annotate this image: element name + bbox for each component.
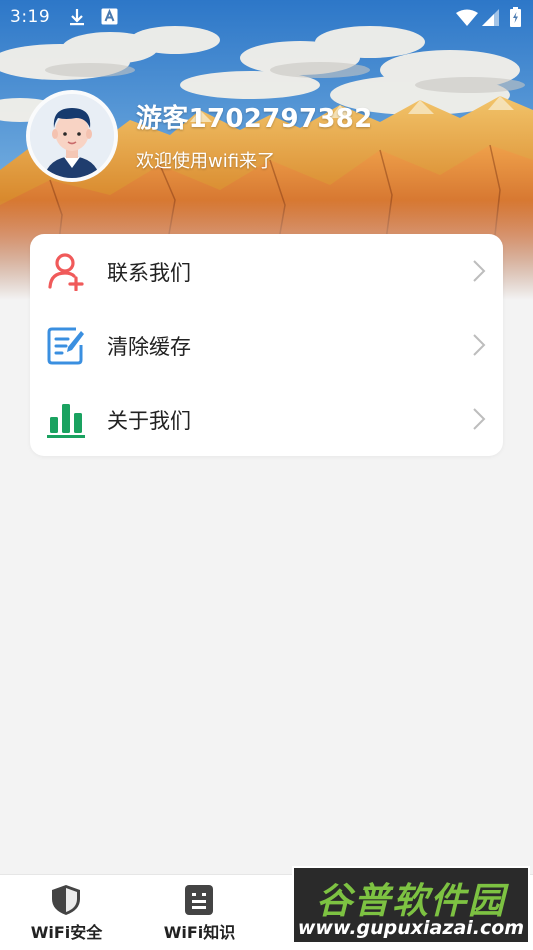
avatar[interactable]: [26, 90, 118, 182]
nav-tab-wifi-security[interactable]: WiFi安全: [0, 875, 133, 950]
note-icon: [183, 884, 215, 916]
user-avatar-icon: [30, 94, 114, 178]
nav-tab-wifi-knowledge[interactable]: WiFi知识: [133, 875, 266, 950]
status-time: 3:19: [10, 7, 51, 27]
watermark-url: www.gupuxiazai.com: [297, 917, 525, 939]
menu-item-about-us[interactable]: 关于我们: [30, 382, 503, 456]
chevron-right-icon: [472, 333, 486, 357]
menu-item-clear-cache[interactable]: 清除缓存: [30, 308, 503, 382]
welcome-text: 欢迎使用wifi来了: [136, 151, 276, 172]
chevron-right-icon: [472, 407, 486, 431]
add-contact-icon: [46, 251, 86, 292]
username: 游客1702797382: [136, 104, 373, 134]
edit-document-icon: [46, 325, 86, 365]
menu-label-clear-cache: 清除缓存: [107, 335, 191, 359]
nav-label-wifi-knowledge: WiFi知识: [163, 923, 236, 942]
shield-icon: [50, 884, 82, 916]
accessibility-a-icon: [101, 8, 118, 30]
menu-label-about-us: 关于我们: [107, 409, 191, 433]
chevron-right-icon: [472, 259, 486, 283]
status-bar: 3:19: [0, 0, 533, 34]
cellular-signal-icon: [482, 9, 499, 31]
menu-label-contact-us: 联系我们: [107, 261, 191, 285]
bar-chart-icon: [46, 399, 86, 439]
download-icon: [68, 8, 86, 31]
nav-label-wifi-security: WiFi安全: [30, 923, 103, 942]
battery-charging-icon: [510, 7, 521, 32]
menu-card: 联系我们 清除缓存 关于我们: [30, 234, 503, 456]
menu-item-contact-us[interactable]: 联系我们: [30, 234, 503, 308]
watermark: 谷普软件园 www.gupuxiazai.com: [292, 866, 530, 944]
wifi-icon: [456, 9, 478, 31]
